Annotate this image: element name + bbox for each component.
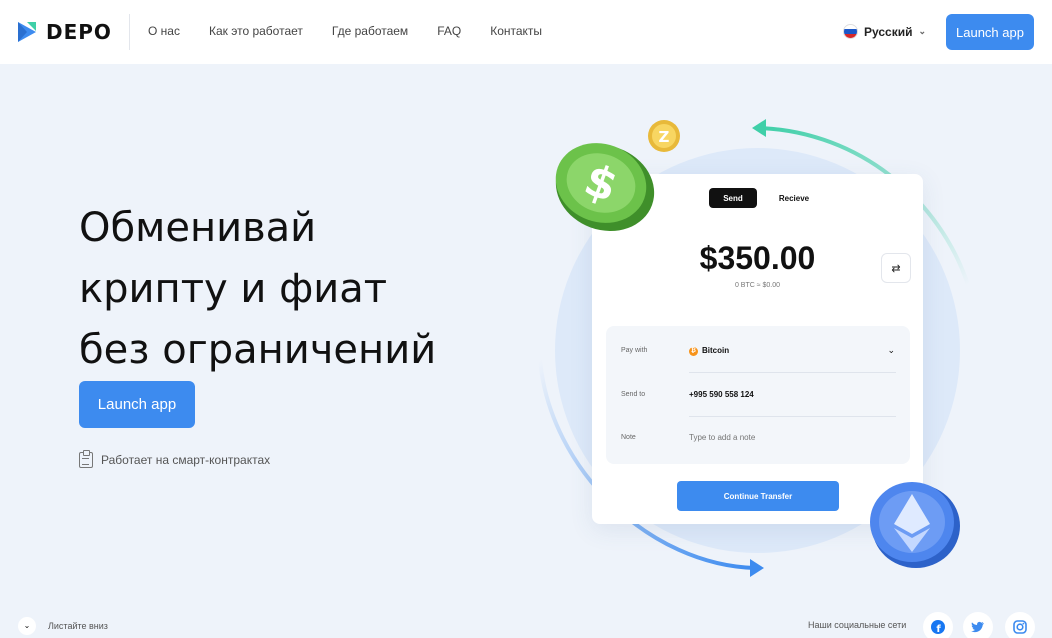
bitcoin-icon: ₿ (689, 346, 698, 356)
continue-transfer-button[interactable]: Continue Transfer (677, 481, 839, 511)
tab-receive[interactable]: Recieve (770, 188, 818, 208)
note-row: Note (606, 416, 910, 460)
chevron-down-icon[interactable]: ⌄ (887, 345, 895, 356)
swap-button[interactable]: ⇄ (881, 253, 911, 283)
note-input[interactable] (689, 416, 889, 460)
instagram-link[interactable] (1005, 612, 1035, 638)
transfer-form: Pay with ₿ Bitcoin ⌄ Send to +995 590 55… (606, 326, 910, 464)
logo[interactable]: DEPO (16, 20, 112, 44)
svg-text:f: f (936, 624, 941, 634)
send-to-value: +995 590 558 124 (689, 390, 754, 399)
chevron-down-icon: ⌄ (23, 621, 31, 630)
svg-text:Z: Z (659, 128, 670, 146)
launch-app-button-header[interactable]: Launch app (946, 14, 1034, 50)
language-selector[interactable]: Русский ⌄ (843, 24, 926, 39)
tab-send[interactable]: Send (709, 188, 757, 208)
ethereum-coin-icon (870, 482, 960, 568)
social-label: Наши социальные сети (808, 620, 907, 630)
hero-title-line-3: без ограничений (79, 327, 437, 373)
pay-with-currency: Bitcoin (702, 346, 730, 355)
clipboard-icon (79, 450, 93, 468)
scroll-hint: ⌄ Листайте вниз (18, 617, 108, 635)
launch-app-button-hero[interactable]: Launch app (79, 381, 195, 428)
scroll-down-button[interactable]: ⌄ (18, 617, 36, 635)
chevron-down-icon: ⌄ (918, 26, 927, 36)
twitter-link[interactable] (963, 612, 993, 638)
scroll-hint-label: Листайте вниз (48, 621, 108, 631)
hero-title-line-2: крипту и фиат (79, 266, 388, 312)
twitter-icon (971, 621, 984, 633)
hero-title: Обменивай крипту и фиат без ограничений (79, 198, 499, 381)
pay-with-value: ₿ Bitcoin (689, 329, 729, 373)
language-label: Русский (864, 24, 913, 39)
transfer-amount: $350.00 (699, 240, 816, 276)
nav-about[interactable]: О нас (148, 24, 180, 38)
pay-with-row[interactable]: Pay with ₿ Bitcoin ⌄ (606, 329, 910, 373)
note-label: Note (621, 434, 636, 441)
instagram-icon (1013, 620, 1027, 634)
smart-contracts-label: Работает на смарт-контрактах (101, 453, 271, 467)
nav-where-we-work[interactable]: Где работаем (332, 24, 408, 38)
facebook-link[interactable]: f (923, 612, 953, 638)
nav-how-it-works[interactable]: Как это работает (209, 24, 303, 38)
dollar-coin-icon: $ (555, 143, 655, 232)
main-nav: О нас Как это работает Где работаем FAQ … (148, 24, 571, 38)
send-to-row[interactable]: Send to +995 590 558 124 (606, 373, 910, 417)
nav-contacts[interactable]: Контакты (490, 24, 542, 38)
hero-title-line-1: Обменивай (79, 205, 317, 251)
conversion-rate: 0 BTC ≈ $0.00 (734, 282, 781, 289)
swap-arrows-icon: ⇄ (891, 262, 901, 275)
send-to-label: Send to (621, 391, 646, 398)
nav-faq[interactable]: FAQ (437, 24, 461, 38)
smart-contracts-note: Работает на смарт-контрактах (79, 450, 271, 468)
russia-flag-icon (843, 24, 858, 39)
logo-divider (129, 14, 130, 50)
logo-mark-icon (18, 22, 36, 42)
gold-coin-icon: Z (648, 120, 680, 152)
facebook-icon: f (931, 620, 945, 634)
header: DEPO О нас Как это работает Где работаем… (0, 0, 1052, 64)
pay-with-label: Pay with (621, 347, 648, 354)
logo-text: DEPO (46, 20, 112, 44)
